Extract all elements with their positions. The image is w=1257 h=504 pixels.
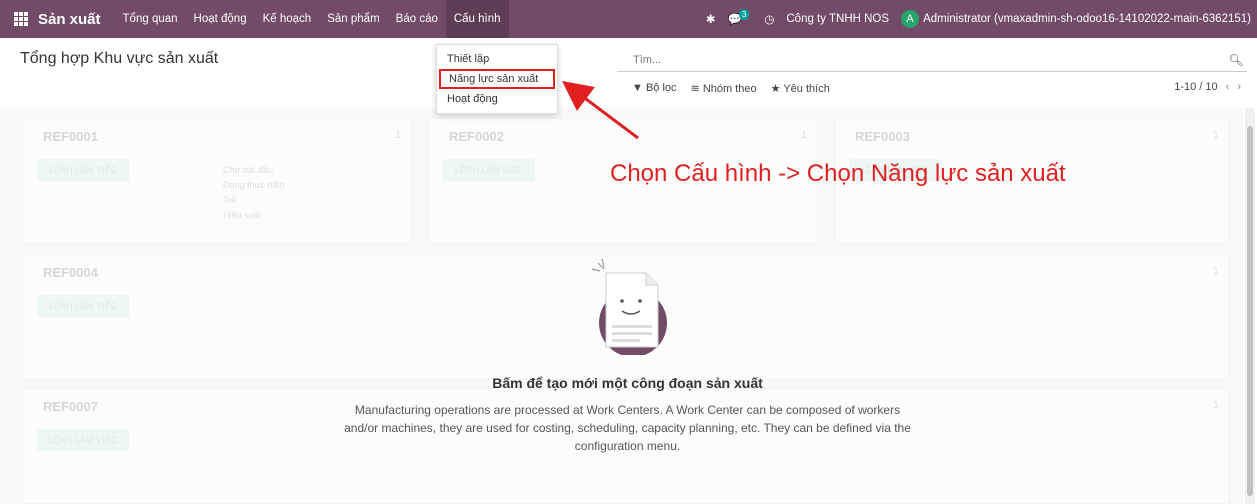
group-by-button[interactable]: ≋ Nhóm theo (691, 82, 757, 95)
card-ref: REF0007 (43, 399, 98, 414)
work-order-button[interactable]: LỆNH LÀM VIỆC (37, 295, 129, 317)
search-icon[interactable]: 🔍︎ (1225, 53, 1247, 67)
page-title: Tổng hợp Khu vực sản xuất (20, 50, 219, 67)
messages-icon[interactable]: 💬3 (728, 9, 753, 26)
scrollbar[interactable] (1245, 108, 1255, 504)
menu-item-thiet-lap[interactable]: Thiết lập (439, 49, 555, 69)
menu-san-pham[interactable]: Sản phẩm (319, 0, 387, 38)
card-ref: REF0002 (449, 129, 504, 144)
work-order-button[interactable]: LỆNH LÀM VIỆC (37, 159, 129, 181)
search-bar: 🔍︎ (617, 48, 1247, 72)
work-order-button[interactable]: LỆNH LÀM VIỆC (443, 159, 535, 181)
empty-help: Bấm để tạo mới một công đoạn sản xuất Ma… (340, 255, 915, 455)
menu-bao-cao[interactable]: Báo cáo (388, 0, 446, 38)
menu-tong-quan[interactable]: Tổng quan (115, 0, 186, 38)
messages-badge: 3 (738, 9, 750, 20)
card-ref: REF0004 (43, 265, 98, 280)
search-input[interactable] (617, 53, 1225, 66)
menu-ke-hoach[interactable]: Kế hoạch (255, 0, 320, 38)
clock-icon[interactable]: ◷ (764, 12, 774, 26)
annotation-text: Chọn Cấu hình -> Chọn Năng lực sản xuất (610, 160, 1066, 187)
menu-item-nang-luc-san-xuat[interactable]: Năng lực sản xuất (439, 69, 555, 89)
app-brand[interactable]: Sản xuất (38, 11, 101, 28)
card-stat-labels: Chờ bắt đầu Đang thực hiện Trễ Hiệu suất (223, 165, 285, 220)
kanban-card[interactable]: REF0001 1 LỆNH LÀM VIỆC Chờ bắt đầu Đang … (22, 118, 412, 244)
search-options: ▼ Bộ lọc ≋ Nhóm theo ★ Yêu thích (632, 82, 830, 95)
card-count: 1 (1212, 265, 1219, 277)
card-ref: REF0003 (855, 129, 910, 144)
menu-hoat-dong[interactable]: Hoạt động (186, 0, 255, 38)
work-order-button[interactable]: LỆNH LÀM VIỆC (37, 429, 129, 451)
annotation-arrow-icon (562, 81, 639, 140)
document-illustration-icon (578, 255, 678, 357)
bug-icon[interactable]: ✱ (706, 12, 716, 26)
card-count: 1 (1212, 129, 1219, 141)
company-switcher[interactable]: Công ty TNHH NOS (786, 13, 889, 25)
card-count: 1 (394, 129, 401, 141)
help-title[interactable]: Bấm để tạo mới một công đoạn sản xuất (340, 375, 915, 391)
menu-cau-hinh[interactable]: Cấu hình (445, 0, 509, 38)
top-navbar: Sản xuất Tổng quan Hoạt động Kế hoạch Sả… (0, 0, 1257, 38)
pager-next-icon[interactable]: › (1237, 81, 1241, 93)
favorites-button[interactable]: ★ Yêu thích (771, 82, 830, 95)
card-count: 1 (800, 129, 807, 141)
avatar: A (901, 10, 920, 28)
pager: 1-10 / 10 ‹ › (1174, 81, 1241, 93)
user-menu[interactable]: A Administrator (vmaxadmin-sh-odoo16-141… (901, 10, 1251, 28)
card-ref: REF0001 (43, 129, 98, 144)
apps-menu-icon[interactable] (4, 0, 38, 38)
pager-value[interactable]: 1-10 / 10 (1174, 81, 1217, 93)
pager-prev-icon[interactable]: ‹ (1226, 81, 1230, 93)
user-name: Administrator (vmaxadmin-sh-odoo16-14102… (923, 13, 1251, 25)
menu-item-hoat-dong[interactable]: Hoạt động (439, 89, 555, 109)
card-count: 1 (1212, 399, 1219, 411)
cau-hinh-dropdown: Thiết lập Năng lực sản xuất Hoạt động (436, 44, 558, 114)
help-body: Manufacturing operations are processed a… (344, 403, 911, 453)
